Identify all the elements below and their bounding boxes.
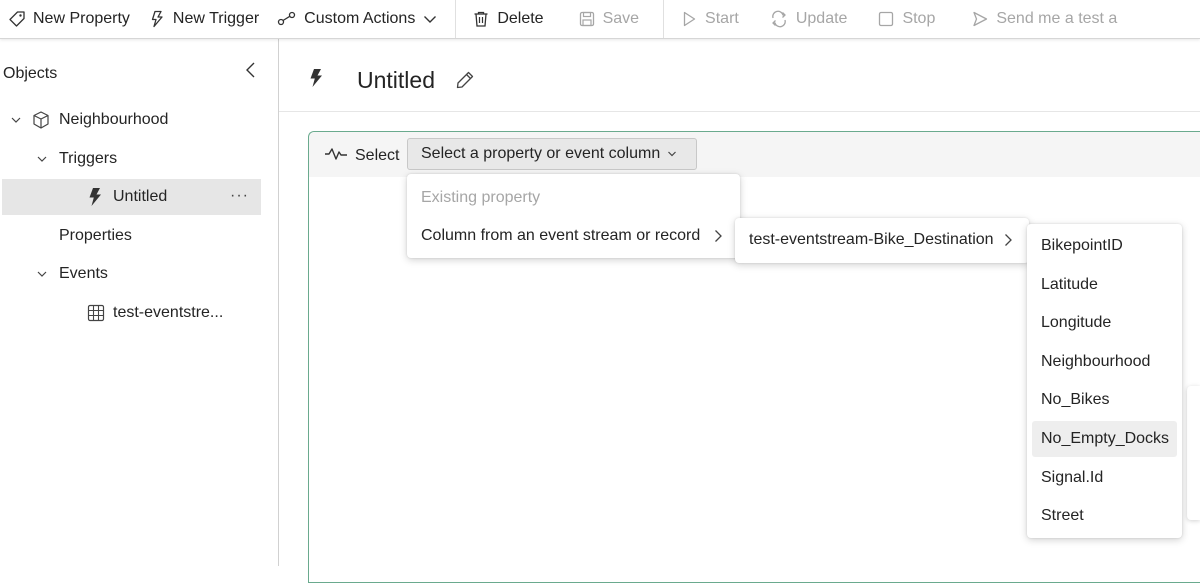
tree-item-label: Events: [59, 265, 108, 282]
new-trigger-button[interactable]: New Trigger: [140, 0, 269, 38]
menu-item-column[interactable]: Longitude: [1027, 305, 1182, 341]
bolt-outline-icon: [148, 10, 166, 28]
property-select-dropdown[interactable]: Select a property or event column: [407, 138, 697, 170]
menu-item-label: No_Bikes: [1041, 391, 1110, 408]
menu-item-label: Column from an event stream or record: [421, 227, 701, 244]
new-property-label: New Property: [33, 10, 130, 27]
chevron-down-icon[interactable]: [36, 154, 48, 164]
collapse-sidebar-button[interactable]: [243, 61, 259, 84]
send-test-button[interactable]: Send me a test a: [963, 0, 1127, 38]
column-menu: BikepointID Latitude Longitude Neighbour…: [1027, 224, 1182, 538]
tree-item-events[interactable]: Events: [2, 256, 261, 292]
update-label: Update: [795, 10, 848, 27]
menu-item-existing-property[interactable]: Existing property: [407, 180, 740, 216]
page-title: Untitled: [357, 67, 435, 93]
menu-item-label: Street: [1041, 507, 1084, 524]
menu-item-label: No_Empty_Docks: [1041, 430, 1170, 447]
new-trigger-label: New Trigger: [172, 10, 260, 27]
menu-item-label: BikepointID: [1041, 237, 1123, 254]
delete-button[interactable]: Delete: [464, 0, 553, 38]
menu-item-column[interactable]: Neighbourhood: [1027, 344, 1182, 380]
send-test-label: Send me a test a: [996, 10, 1118, 27]
chevron-right-icon: [1003, 233, 1013, 247]
menu-item-column[interactable]: Latitude: [1027, 267, 1182, 303]
source-type-menu: Existing property Column from an event s…: [407, 174, 740, 258]
select-card-header: Select Select a property or event column: [309, 132, 1200, 177]
cube-icon: [31, 110, 51, 130]
select-label: Select: [355, 147, 400, 164]
new-property-button[interactable]: New Property: [0, 0, 140, 38]
more-options-icon[interactable]: ···: [230, 187, 249, 205]
bolt-icon: [307, 68, 325, 93]
custom-actions-button[interactable]: Custom Actions: [269, 0, 447, 38]
side-panel-edge: [1187, 386, 1200, 520]
trash-icon: [472, 10, 490, 28]
start-button[interactable]: Start: [672, 0, 749, 38]
toolbar-divider: [663, 0, 665, 38]
delete-label: Delete: [497, 10, 544, 27]
menu-item-column[interactable]: No_Bikes: [1027, 382, 1182, 418]
toolbar-divider: [455, 0, 457, 38]
tree-item-untitled-trigger[interactable]: Untitled ···: [2, 179, 261, 215]
objects-sidebar: Objects Neighbourhood Triggers Untitled …: [0, 39, 279, 566]
save-icon: [578, 10, 596, 28]
table-icon: [87, 304, 105, 322]
tree-item-properties[interactable]: Properties: [2, 218, 261, 254]
menu-item-label: Existing property: [421, 189, 541, 206]
menu-item-label: test-eventstream-Bike_Destination: [749, 231, 994, 248]
menu-item-label: Signal.Id: [1041, 469, 1104, 486]
menu-item-column-hovered[interactable]: No_Empty_Docks: [1032, 421, 1177, 457]
tree-item-triggers[interactable]: Triggers: [2, 141, 261, 177]
tree-item-label: Triggers: [59, 150, 118, 167]
chevron-left-icon: [243, 62, 259, 83]
tree-item-eventstream[interactable]: test-eventstre...: [2, 295, 261, 331]
stop-label: Stop: [902, 10, 936, 27]
chevron-down-icon[interactable]: [10, 115, 22, 125]
chevron-down-icon: [423, 14, 437, 24]
menu-item-column[interactable]: Signal.Id: [1027, 460, 1182, 496]
signal-wave-icon: [324, 147, 348, 166]
sidebar-header: Objects: [3, 65, 58, 82]
tree-item-label: Untitled: [113, 188, 168, 205]
tree-item-label: Neighbourhood: [59, 111, 169, 128]
menu-item-column[interactable]: BikepointID: [1027, 228, 1182, 264]
chevron-down-icon: [667, 150, 677, 158]
flow-icon: [277, 10, 297, 28]
save-button[interactable]: Save: [570, 0, 649, 38]
title-row: Untitled: [279, 39, 1200, 112]
play-icon: [680, 10, 698, 28]
save-label: Save: [602, 10, 640, 27]
tree-item-label: test-eventstre...: [113, 304, 224, 321]
toolbar: New Property New Trigger Custom Actions …: [0, 0, 1200, 39]
tag-icon: [8, 10, 26, 28]
start-label: Start: [705, 10, 739, 27]
chevron-down-icon[interactable]: [36, 269, 48, 279]
menu-item-label: Longitude: [1041, 314, 1112, 331]
custom-actions-label: Custom Actions: [304, 10, 416, 27]
select-dropdown-value: Select a property or event column: [421, 145, 661, 162]
update-button[interactable]: Update: [761, 0, 858, 38]
pencil-icon[interactable]: [455, 70, 475, 95]
chevron-right-icon: [713, 229, 723, 243]
menu-item-eventstream[interactable]: test-eventstream-Bike_Destination: [735, 222, 1029, 258]
stop-button[interactable]: Stop: [869, 0, 945, 38]
tree-item-label: Properties: [59, 227, 132, 244]
menu-item-column-from-stream[interactable]: Column from an event stream or record: [407, 218, 740, 254]
send-icon: [971, 10, 989, 28]
tree-item-neighbourhood[interactable]: Neighbourhood: [2, 102, 261, 138]
bolt-icon: [86, 187, 104, 207]
event-stream-menu: test-eventstream-Bike_Destination: [735, 218, 1029, 263]
menu-item-label: Neighbourhood: [1041, 353, 1151, 370]
refresh-icon: [769, 10, 789, 28]
menu-item-column[interactable]: Street: [1027, 498, 1182, 534]
stop-icon: [877, 10, 895, 28]
menu-item-label: Latitude: [1041, 276, 1098, 293]
